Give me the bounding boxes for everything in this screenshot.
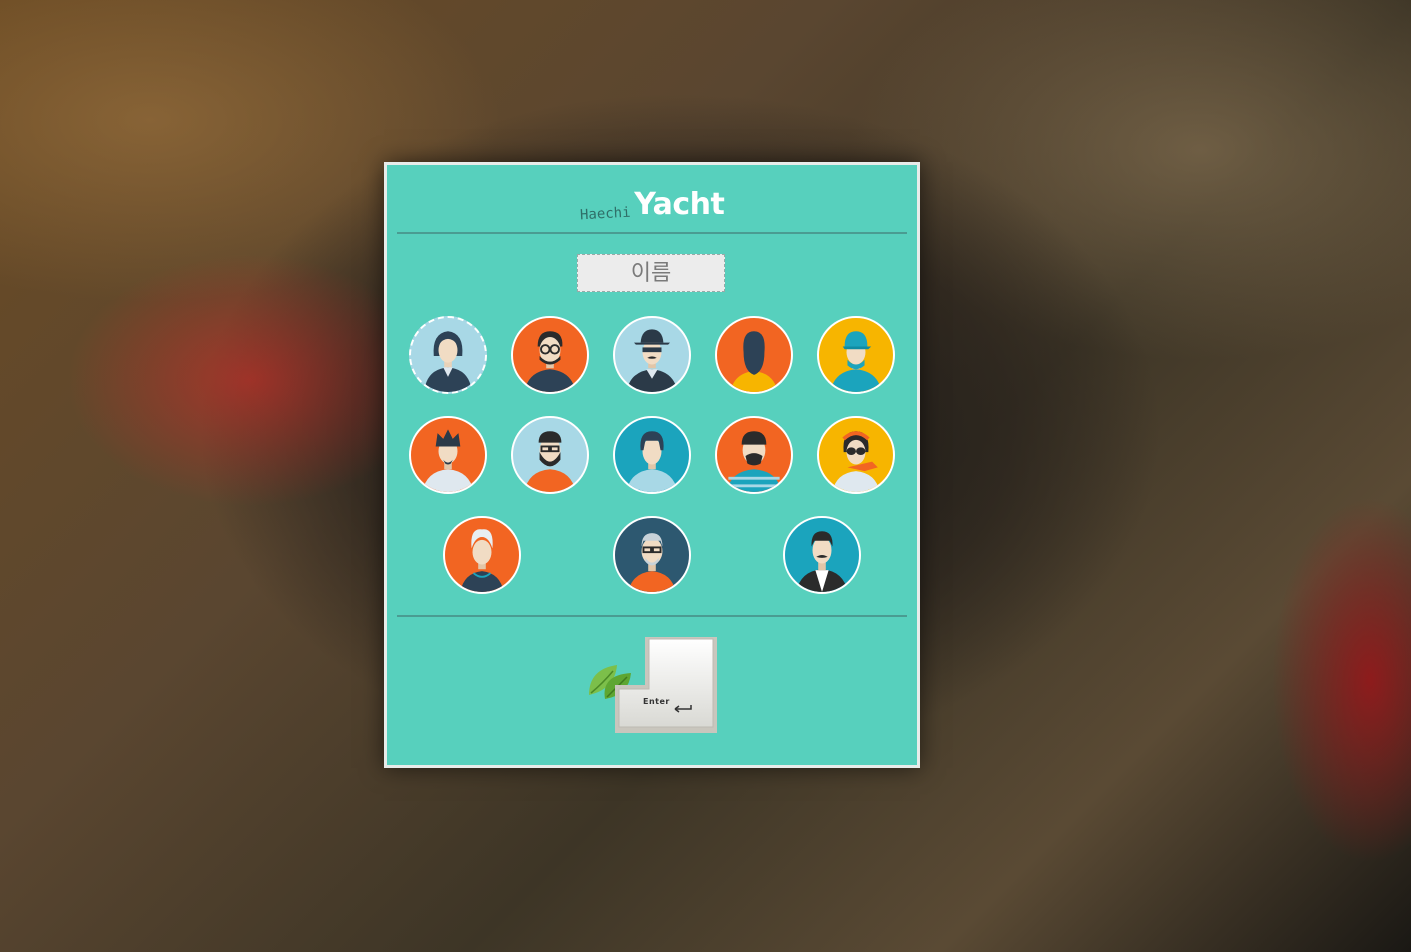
man-mustache-icon [726, 431, 782, 492]
man-glasses-icon [524, 331, 576, 392]
woman-avatar-icon [424, 331, 472, 392]
avatar-person-cap[interactable] [817, 316, 895, 394]
woman-sunglasses-icon [832, 431, 880, 492]
avatar-faceless-man[interactable] [715, 316, 793, 394]
avatar-old-woman[interactable] [443, 516, 521, 594]
enter-key-icon [615, 637, 717, 733]
top-divider [397, 232, 907, 234]
avatar-man-beard-glasses[interactable] [511, 416, 589, 494]
avatar-man-mustache-striped[interactable] [715, 416, 793, 494]
logo-big-text: Yacht [634, 187, 725, 222]
avatar-man-bowl-hair[interactable] [613, 416, 691, 494]
enter-button[interactable]: Enter [585, 635, 725, 740]
login-panel: Haechi Yacht 이름 Enter [384, 162, 920, 768]
app-logo: Haechi Yacht [387, 187, 917, 227]
man-bowl-hair-icon [626, 431, 678, 492]
man-suit-icon [796, 531, 848, 592]
old-woman-icon [460, 529, 504, 592]
faceless-man-icon [730, 331, 778, 392]
person-cap-icon [830, 331, 882, 392]
avatar-old-man-glasses[interactable] [613, 516, 691, 594]
avatar-man-glasses[interactable] [511, 316, 589, 394]
avatar-man-suit-mustache[interactable] [783, 516, 861, 594]
name-input[interactable] [577, 254, 725, 292]
avatar-man-hat-mustache[interactable] [613, 316, 691, 394]
avatar-woman-sunglasses-scarf[interactable] [817, 416, 895, 494]
logo-small-text: Haechi [579, 204, 631, 224]
avatar-woman-dark-hair[interactable] [409, 316, 487, 394]
old-man-icon [628, 533, 676, 592]
man-spiky-hair-icon [422, 429, 474, 492]
man-beard-icon [524, 431, 576, 492]
bottom-divider [397, 615, 907, 617]
avatar-man-spiky-hair[interactable] [409, 416, 487, 494]
man-hat-icon [626, 329, 678, 392]
enter-key-label: Enter [643, 697, 670, 706]
